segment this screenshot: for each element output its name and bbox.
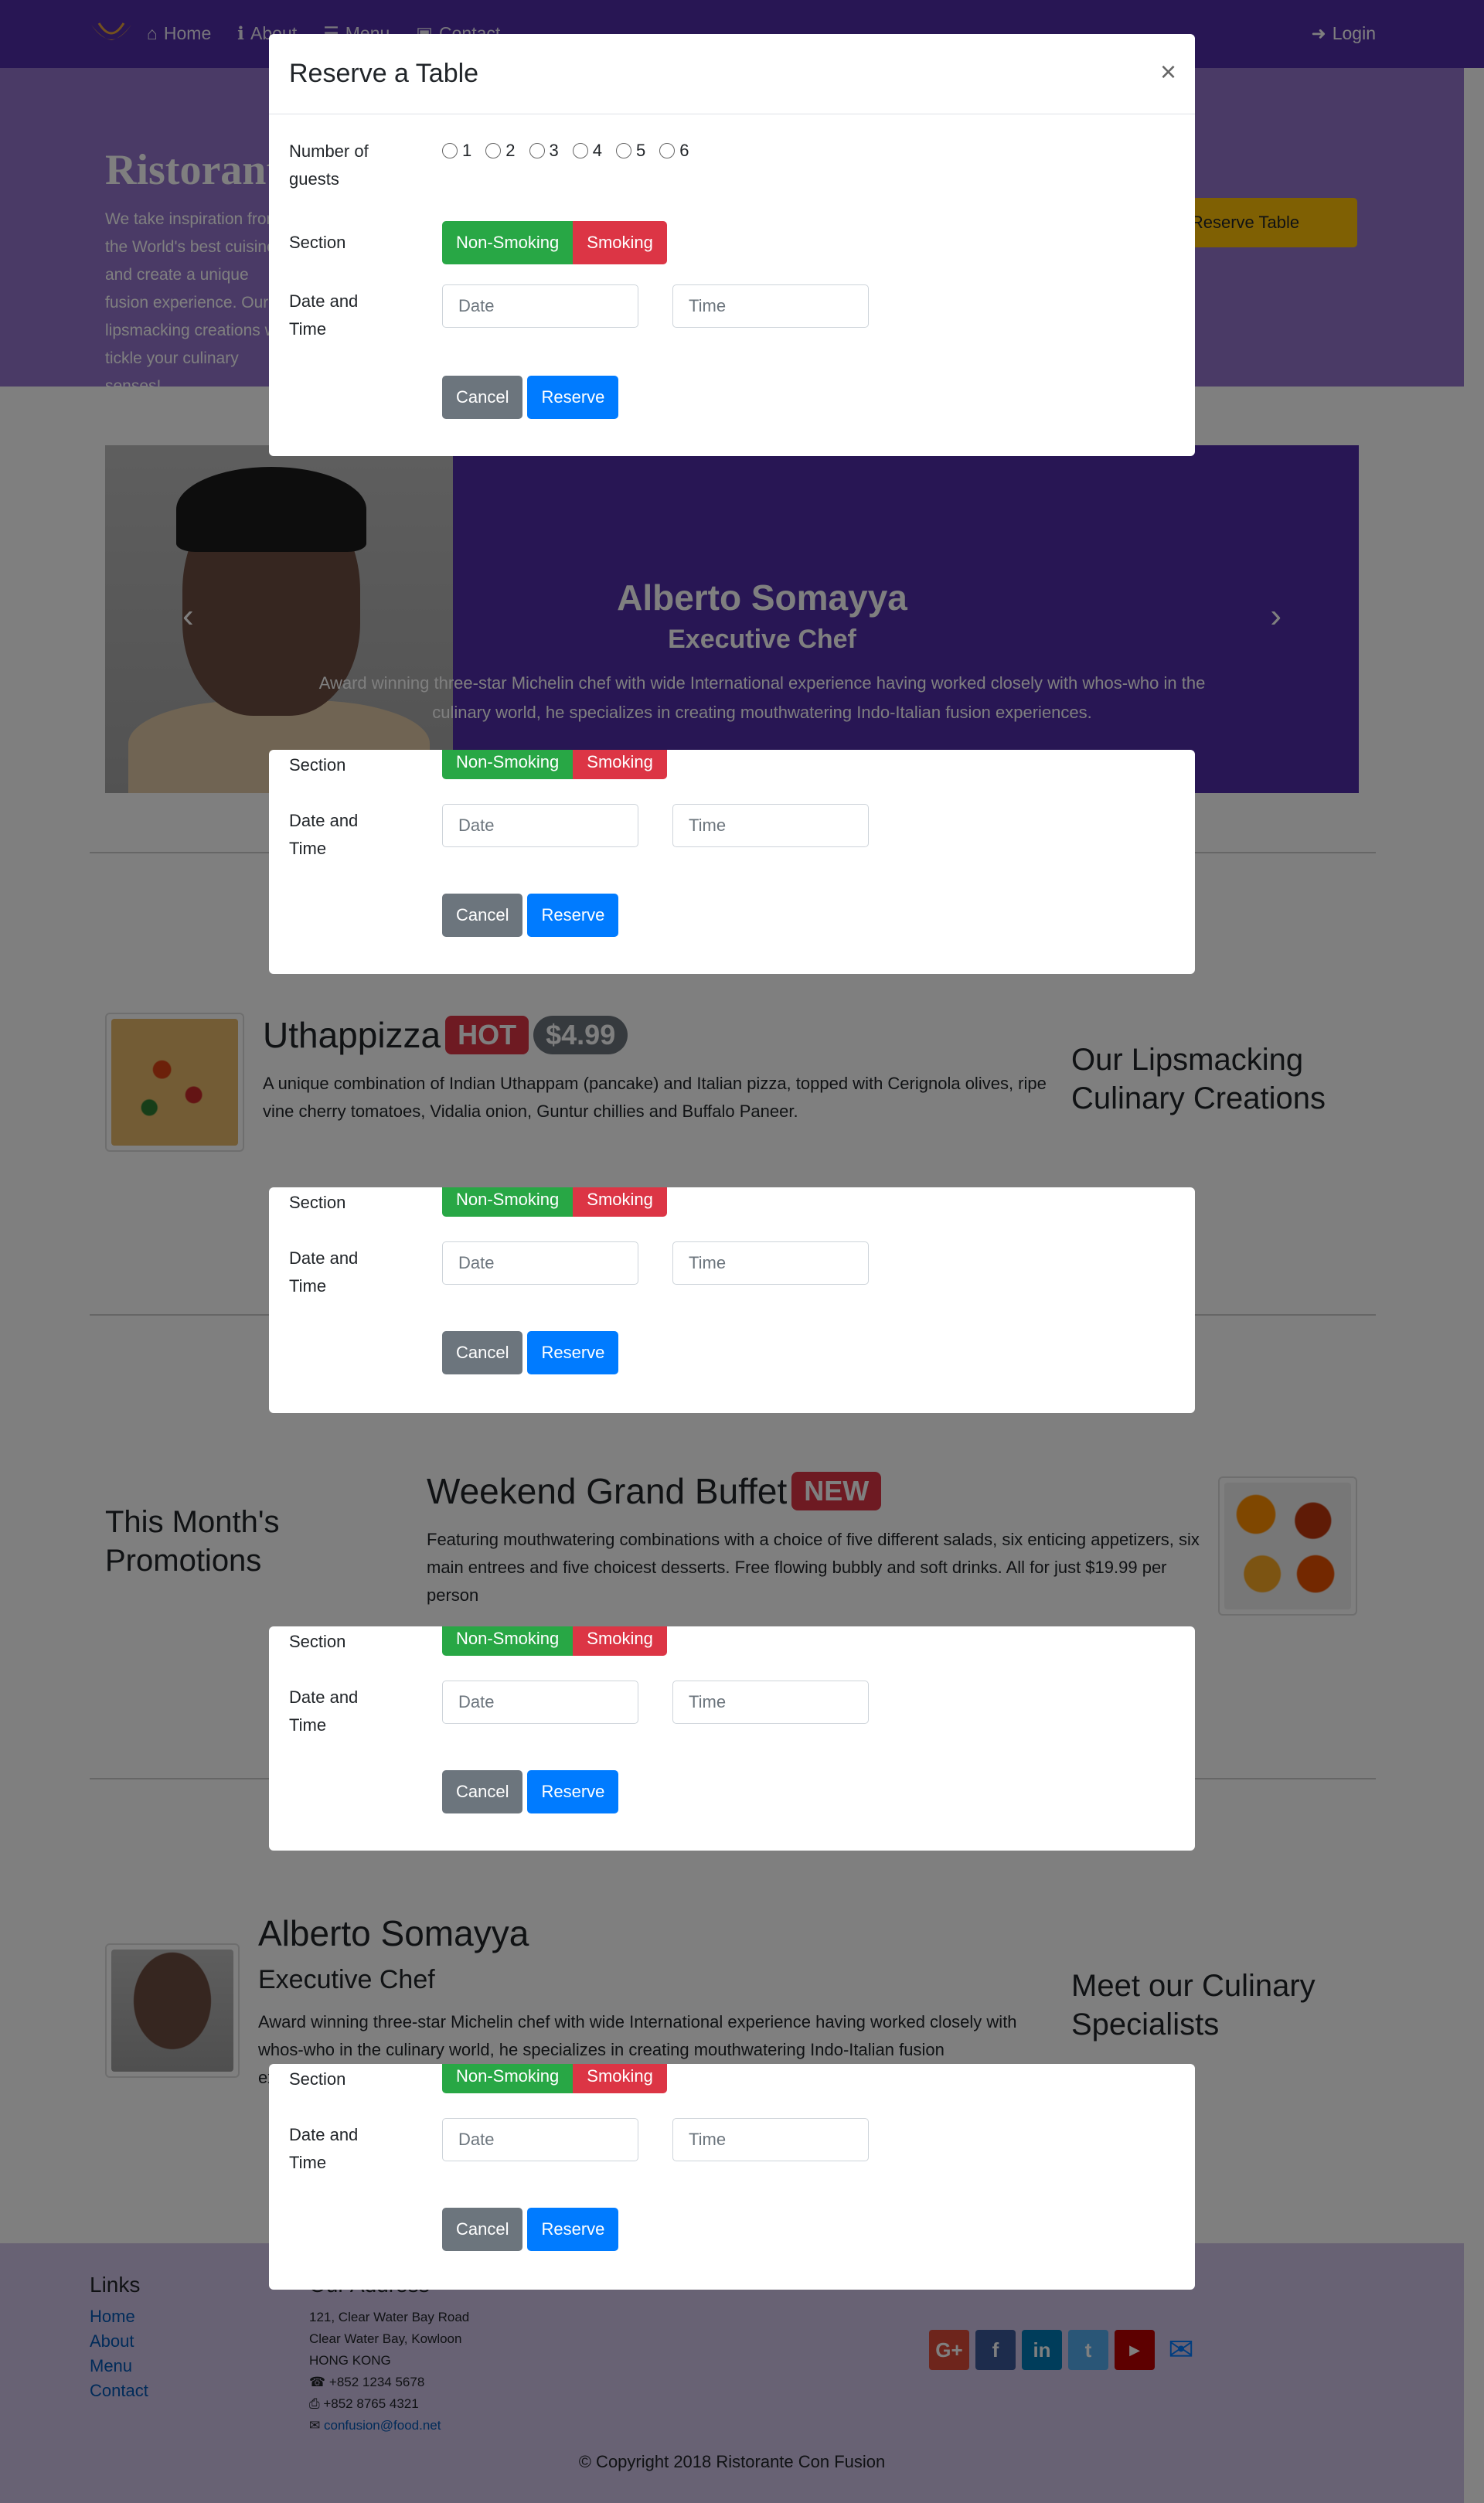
smoking-button[interactable]: Smoking [573,1187,667,1217]
time-input[interactable]: Time [672,2118,869,2161]
section-label: Section [289,233,346,252]
date-input[interactable]: Date [442,2118,638,2161]
section-label: Section [289,1632,346,1651]
reserve-modal-fragment: Section Non-Smoking Smoking Date and Tim… [269,750,1195,974]
non-smoking-button[interactable]: Non-Smoking [442,1187,574,1217]
time-input[interactable]: Time [672,284,869,328]
reserve-modal: Reserve a Table × Number of guests 1 2 3… [269,34,1195,456]
cancel-button[interactable]: Cancel [442,2208,523,2251]
cancel-button[interactable]: Cancel [442,376,523,419]
guest-option-4[interactable]: 4 [572,141,602,161]
date-input[interactable]: Date [442,804,638,847]
smoking-button[interactable]: Smoking [573,2064,667,2093]
cancel-button[interactable]: Cancel [442,1770,523,1813]
smoking-button[interactable]: Smoking [573,221,667,264]
smoking-button[interactable]: Smoking [573,1626,667,1656]
section-label: Section [289,2069,346,2089]
modal-actions: Cancel Reserve [442,894,619,937]
guests-radio-group: 1 2 3 4 5 6 [442,141,689,161]
datetime-label: Date and Time [289,2125,359,2172]
date-input[interactable]: Date [442,1241,638,1285]
close-icon[interactable]: × [1160,56,1176,88]
section-toggle: Non-Smoking Smoking [442,221,667,264]
section-toggle: Non-Smoking Smoking [442,1187,667,1217]
datetime-label: Date and Time [289,1687,359,1735]
time-input[interactable]: Time [672,1681,869,1724]
reserve-button[interactable]: Reserve [527,376,619,419]
guest-option-5[interactable]: 5 [616,141,645,161]
modal-actions: Cancel Reserve [442,1331,619,1374]
modal-actions: Cancel Reserve [442,1770,619,1813]
non-smoking-button[interactable]: Non-Smoking [442,221,574,264]
date-input[interactable]: Date [442,284,638,328]
non-smoking-button[interactable]: Non-Smoking [442,1626,574,1656]
guest-option-2[interactable]: 2 [485,141,516,161]
reserve-button[interactable]: Reserve [527,894,619,937]
datetime-label: Date and Time [289,291,359,339]
non-smoking-button[interactable]: Non-Smoking [442,2064,574,2093]
reserve-modal-fragment: Section Non-Smoking Smoking Date and Tim… [269,1626,1195,1851]
time-input[interactable]: Time [672,804,869,847]
guest-option-3[interactable]: 3 [529,141,559,161]
modal-actions: Cancel Reserve [442,2208,619,2251]
section-toggle: Non-Smoking Smoking [442,1626,667,1656]
datetime-label: Date and Time [289,1248,359,1296]
cancel-button[interactable]: Cancel [442,1331,523,1374]
modal-header: Reserve a Table × [269,34,1195,114]
guests-label: Number of guests [289,141,369,189]
guest-option-6[interactable]: 6 [659,141,689,161]
section-toggle: Non-Smoking Smoking [442,2064,667,2093]
date-input[interactable]: Date [442,1681,638,1724]
section-label: Section [289,755,346,775]
cancel-button[interactable]: Cancel [442,894,523,937]
reserve-button[interactable]: Reserve [527,2208,619,2251]
time-input[interactable]: Time [672,1241,869,1285]
modal-title: Reserve a Table [289,59,479,88]
reserve-button[interactable]: Reserve [527,1770,619,1813]
reserve-button[interactable]: Reserve [527,1331,619,1374]
datetime-label: Date and Time [289,811,359,858]
section-toggle: Non-Smoking Smoking [442,750,667,779]
reserve-modal-fragment: Section Non-Smoking Smoking Date and Tim… [269,2064,1195,2290]
section-label: Section [289,1193,346,1212]
guest-option-1[interactable]: 1 [442,141,471,161]
modal-actions: Cancel Reserve [442,376,619,419]
reserve-modal-fragment: Section Non-Smoking Smoking Date and Tim… [269,1187,1195,1413]
non-smoking-button[interactable]: Non-Smoking [442,750,574,779]
smoking-button[interactable]: Smoking [573,750,667,779]
